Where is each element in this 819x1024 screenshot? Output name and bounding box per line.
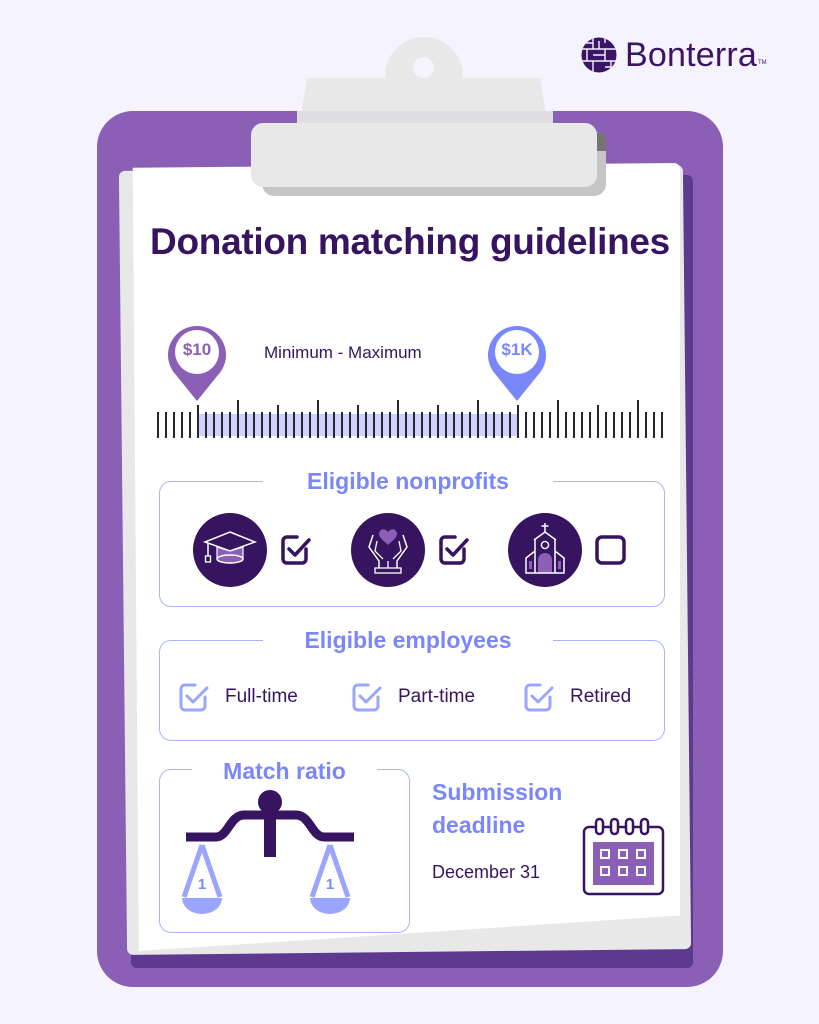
deadline-date: December 31 bbox=[432, 862, 541, 882]
submission-deadline-heading: Submission deadline bbox=[432, 776, 562, 842]
eligible-employees-heading: Eligible employees bbox=[263, 627, 553, 654]
hands-heart-icon bbox=[368, 529, 408, 574]
employee-type-full-time[interactable]: Full-time bbox=[177, 680, 298, 714]
brand-logo: Bonterra TM bbox=[581, 36, 767, 74]
minimum-amount: $10 bbox=[182, 340, 212, 359]
maximum-amount: $1K bbox=[501, 340, 533, 359]
brand-name: Bonterra bbox=[625, 36, 758, 74]
eligible-nonprofits-heading: Eligible nonprofits bbox=[263, 468, 553, 495]
graduation-cap-icon bbox=[202, 531, 258, 564]
map-pin-icon bbox=[168, 326, 226, 401]
checkbox-checked[interactable] bbox=[279, 533, 313, 567]
clip-base bbox=[251, 123, 597, 187]
trademark-mark: TM bbox=[758, 60, 767, 66]
calendar-icon bbox=[582, 817, 665, 896]
maximum-pin: $1K bbox=[486, 323, 548, 403]
ratio-right-value: 1 bbox=[326, 876, 334, 893]
heading-line-1: Submission bbox=[432, 779, 563, 805]
minimum-pin: $10 bbox=[166, 323, 228, 403]
page-title: Donation matching guidelines bbox=[150, 221, 670, 262]
employee-type-label: Full-time bbox=[225, 686, 298, 707]
clip-hole bbox=[413, 57, 434, 78]
checkbox-unchecked[interactable] bbox=[594, 533, 628, 567]
church-icon bbox=[525, 523, 565, 574]
balance-scale-icon: 1 1 bbox=[181, 790, 354, 914]
employee-type-label: Retired bbox=[570, 686, 632, 707]
education-nonprofit bbox=[193, 513, 267, 587]
employee-type-part-time[interactable]: Part-time bbox=[350, 680, 475, 714]
employee-type-retired[interactable]: Retired bbox=[522, 680, 631, 714]
charity-nonprofit bbox=[351, 513, 425, 587]
range-caption: Minimum - Maximum bbox=[264, 343, 422, 362]
employee-type-label: Part-time bbox=[398, 686, 476, 707]
checkbox-checked-icon[interactable] bbox=[177, 680, 211, 714]
checkbox-checked-icon[interactable] bbox=[350, 680, 384, 714]
match-ratio-heading: Match ratio bbox=[192, 758, 377, 785]
ratio-left-value: 1 bbox=[198, 876, 206, 893]
checkbox-checked[interactable] bbox=[437, 533, 471, 567]
woven-globe-icon bbox=[581, 37, 617, 73]
map-pin-icon bbox=[488, 326, 546, 401]
heading-line-2: deadline bbox=[432, 812, 526, 838]
checkbox-checked-icon[interactable] bbox=[522, 680, 556, 714]
religious-nonprofit bbox=[508, 513, 582, 587]
range-ruler bbox=[157, 400, 663, 438]
